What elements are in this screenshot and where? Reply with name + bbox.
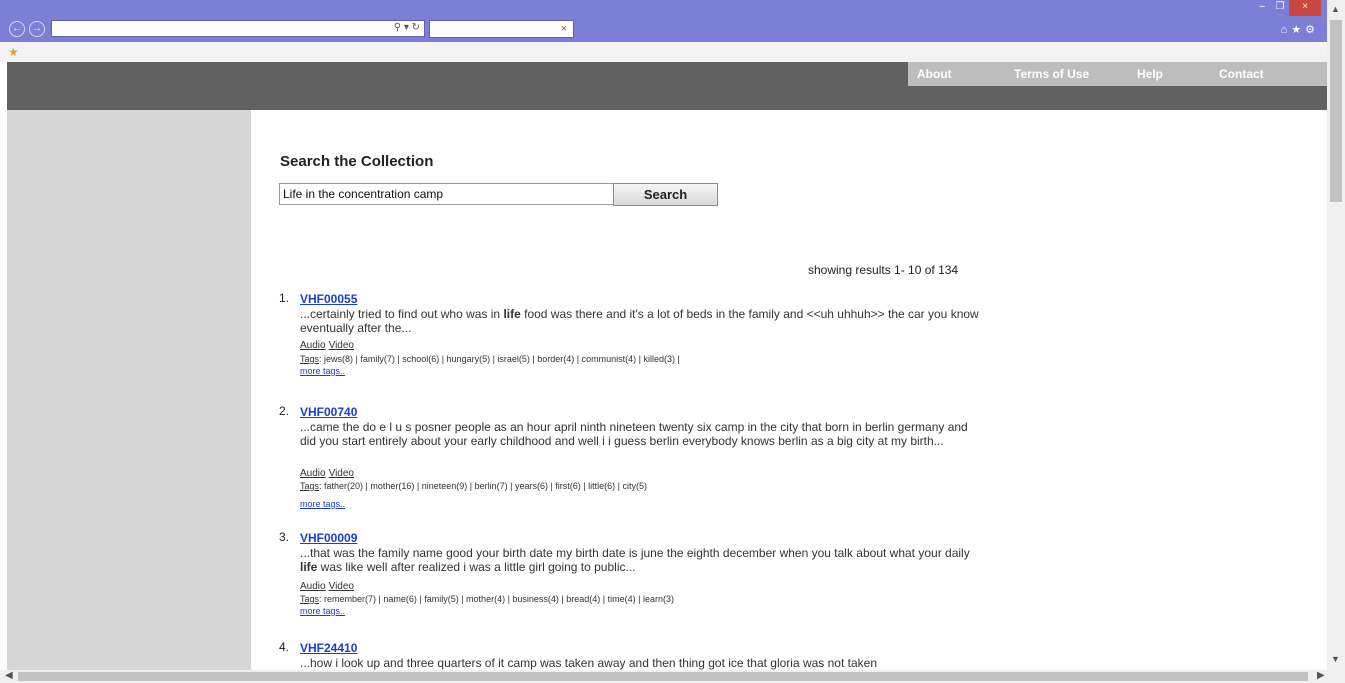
home-favorites-settings-icons[interactable]: ⌂★⚙ [1281,23,1319,36]
result-snippet: ...certainly tried to find out who was i… [300,307,984,335]
result-link[interactable]: VHF00055 [300,292,357,306]
vertical-scroll-thumb[interactable] [1330,20,1342,202]
result-item: 4. VHF24410 ...how i look up and three q… [279,640,984,670]
nav-terms-of-use[interactable]: Terms of Use [1014,67,1089,81]
result-link[interactable]: VHF24410 [300,641,357,655]
result-snippet: ...came the do e l u s posner people as … [300,420,984,448]
tags-label[interactable]: Tags [300,481,319,491]
tags-label[interactable]: Tags [300,594,319,604]
result-snippet: ...that was the family name good your bi… [300,546,984,574]
result-snippet: ...how i look up and three quarters of i… [300,656,984,670]
back-arrow-icon[interactable]: ← [9,21,25,37]
scroll-right-icon[interactable]: ▶ [1317,670,1325,681]
snippet-text: was like well after realized i was a lit… [317,560,636,574]
video-link[interactable]: Video [329,468,354,479]
minimize-icon[interactable]: – [1253,0,1271,16]
favorites-icon[interactable]: ★ [8,45,19,59]
nav-about[interactable]: About [917,67,952,81]
result-item: 2. VHF00740 ...came the do e l u s posne… [279,404,984,516]
restore-icon[interactable]: ❐ [1271,0,1289,16]
scroll-down-icon[interactable]: ▼ [1331,654,1340,664]
media-links: Audio Video [300,468,357,479]
more-tags-link[interactable]: more tags.. [300,366,345,376]
tags-label[interactable]: Tags [300,354,319,364]
tags-list: : remember(7) | name(6) | family(5) | mo… [319,594,674,604]
video-link[interactable]: Video [329,581,354,592]
page-title: Search the Collection [280,153,434,170]
result-number: 2. [279,404,290,418]
close-tab-icon[interactable]: × [561,23,567,35]
browser-tab[interactable]: × [429,20,574,38]
nav-contact[interactable]: Contact [1219,67,1264,81]
horizontal-scroll-thumb[interactable] [18,672,1308,681]
top-nav: About Terms of Use Help Contact [908,62,1327,86]
media-links: Audio Video [300,581,357,592]
snippet-text: ...how i look up and three quarters of i… [300,656,878,670]
snippet-text: ...came the do e l u s posner people as … [300,420,968,448]
address-bar[interactable]: ⚲ ▾ ↻ [51,20,425,37]
more-tags-link[interactable]: more tags.. [300,499,345,509]
results-count: showing results 1- 10 of 134 [808,263,959,277]
window-controls: – ❐ × [1253,0,1321,16]
left-sidebar [7,110,251,670]
result-tags: Tags: remember(7) | name(6) | family(5) … [300,594,674,604]
search-refresh-icon[interactable]: ⚲ ▾ ↻ [394,22,420,33]
audio-link[interactable]: Audio [300,468,326,479]
result-item: 1. VHF00055 ...certainly tried to find o… [279,291,984,386]
more-tags-link[interactable]: more tags.. [300,606,345,616]
media-links: Audio Video [300,340,357,351]
search-button[interactable]: Search [613,183,718,206]
tags-list: : father(20) | mother(16) | nineteen(9) … [319,481,647,491]
result-tags: Tags: jews(8) | family(7) | school(6) | … [300,354,680,364]
tags-list: : jews(8) | family(7) | school(6) | hung… [319,354,680,364]
browser-toolbar: ← → ⚲ ▾ ↻ × – ❐ × ⌂★⚙ [0,0,1327,42]
main-content: Search the Collection Search showing res… [251,110,1327,670]
result-link[interactable]: VHF00740 [300,405,357,419]
site-header: About Terms of Use Help Contact [7,62,1327,110]
search-input[interactable] [279,183,632,205]
audio-link[interactable]: Audio [300,581,326,592]
horizontal-scrollbar[interactable]: ◀ ▶ [0,670,1345,683]
video-link[interactable]: Video [329,340,354,351]
nav-help[interactable]: Help [1137,67,1163,81]
result-tags: Tags: father(20) | mother(16) | nineteen… [300,481,647,491]
result-item: 3. VHF00009 ...that was the family name … [279,530,984,625]
highlight-term: life [300,560,318,574]
result-number: 1. [279,291,290,305]
highlight-term: life [503,307,521,321]
result-link[interactable]: VHF00009 [300,531,357,545]
audio-link[interactable]: Audio [300,340,326,351]
result-number: 4. [279,640,290,654]
favorites-bar: ★ [0,42,1327,62]
scroll-left-icon[interactable]: ◀ [5,670,13,681]
forward-arrow-icon[interactable]: → [29,21,45,37]
result-number: 3. [279,530,290,544]
scroll-up-icon[interactable]: ▲ [1331,4,1340,14]
close-window-icon[interactable]: × [1289,0,1321,16]
snippet-text: ...certainly tried to find out who was i… [300,307,504,321]
snippet-text: ...that was the family name good your bi… [300,546,970,560]
vertical-scrollbar[interactable]: ▲ ▼ [1327,0,1345,670]
